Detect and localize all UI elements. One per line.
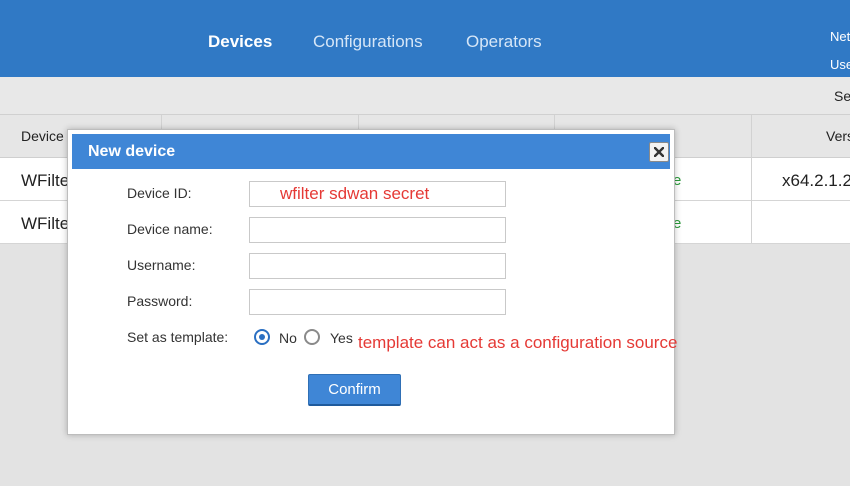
- password-label: Password:: [127, 293, 193, 309]
- device-id-input[interactable]: [249, 181, 506, 207]
- new-device-dialog: New device Device ID: Device name: Usern…: [67, 129, 678, 435]
- column-header-version[interactable]: Vers: [826, 128, 850, 144]
- tab-operators[interactable]: Operators: [466, 32, 542, 52]
- tab-configurations[interactable]: Configurations: [313, 32, 423, 52]
- set-as-template-label: Set as template:: [127, 329, 229, 345]
- toolbar-search-label[interactable]: Se: [834, 88, 850, 104]
- template-no-label[interactable]: No: [279, 330, 297, 346]
- device-version-cell: x64.2.1.20: [782, 171, 850, 190]
- top-nav-bar: Devices Configurations Operators Net Use: [0, 0, 850, 77]
- toolbar: Se: [0, 77, 850, 115]
- template-no-radio[interactable]: [254, 329, 270, 345]
- column-divider: [751, 115, 752, 243]
- nav-right-item-user[interactable]: Use: [830, 57, 850, 72]
- dialog-title: New device: [88, 143, 176, 160]
- column-header-device[interactable]: Device: [21, 128, 64, 144]
- username-input[interactable]: [249, 253, 506, 279]
- username-label: Username:: [127, 257, 196, 273]
- device-name-cell: WFilte: [21, 214, 70, 233]
- nav-right-item-network[interactable]: Net: [830, 29, 850, 44]
- device-id-label: Device ID:: [127, 185, 192, 201]
- device-name-label: Device name:: [127, 221, 213, 237]
- template-yes-radio[interactable]: [304, 329, 320, 345]
- device-name-input[interactable]: [249, 217, 506, 243]
- close-icon: [654, 147, 664, 157]
- template-yes-label[interactable]: Yes: [330, 330, 353, 346]
- device-name-cell: WFilte: [21, 171, 70, 190]
- password-input[interactable]: [249, 289, 506, 315]
- confirm-button[interactable]: Confirm: [308, 374, 401, 406]
- tab-devices[interactable]: Devices: [208, 32, 272, 52]
- dialog-header: New device: [72, 134, 670, 169]
- close-button[interactable]: [649, 142, 669, 162]
- template-annotation: template can act as a configuration sour…: [358, 333, 678, 352]
